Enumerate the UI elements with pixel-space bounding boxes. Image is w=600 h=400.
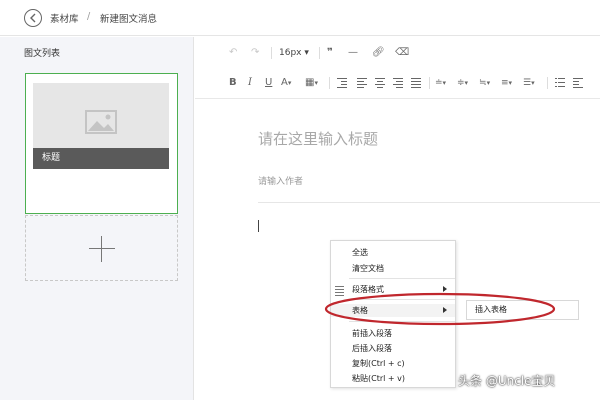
- menu-item-select-all[interactable]: 全选: [331, 246, 455, 259]
- article-card[interactable]: 标题: [25, 73, 178, 214]
- back-icon[interactable]: [24, 9, 42, 27]
- top-bar: 素材库 / 新建图文消息: [0, 0, 600, 36]
- menu-item-paste[interactable]: 粘贴(Ctrl + v): [331, 372, 455, 385]
- redo-icon[interactable]: ↷: [251, 45, 259, 61]
- undo-icon[interactable]: ↶: [229, 45, 237, 61]
- author-input[interactable]: 请输入作者: [258, 174, 303, 187]
- paragraph-spacing-after-icon[interactable]: ≒▾: [479, 75, 490, 91]
- ordered-list-icon[interactable]: ☰▾: [523, 75, 535, 91]
- background-color-icon[interactable]: ▦▾: [305, 75, 318, 91]
- toolbar-row-1: ↶ ↷ 16px ▾ ❞ — 🔗︎ ⌫: [195, 41, 600, 65]
- add-article-button[interactable]: [25, 215, 178, 281]
- eraser-icon[interactable]: ⌫: [395, 45, 409, 61]
- watermark: 头条 @Uncle宝贝: [458, 374, 556, 388]
- menu-item-clear-document[interactable]: 清空文档: [331, 262, 455, 275]
- breadcrumb-separator: /: [87, 11, 91, 22]
- letter-spacing-icon[interactable]: ≡▾: [501, 75, 512, 91]
- card-title: 标题: [33, 148, 169, 169]
- link-icon[interactable]: 🔗︎: [372, 45, 385, 61]
- menu-item-insert-paragraph-after[interactable]: 后插入段落: [331, 342, 455, 355]
- breadcrumb-current: 新建图文消息: [100, 14, 158, 25]
- font-size-select[interactable]: 16px ▾: [279, 45, 309, 61]
- indent-icon[interactable]: [337, 78, 347, 89]
- underline-button[interactable]: U: [265, 75, 272, 91]
- line-height-icon[interactable]: ≐▾: [435, 75, 446, 91]
- align-justify-icon[interactable]: [411, 78, 421, 89]
- title-input[interactable]: 请在这里输入标题: [258, 128, 378, 149]
- align-left-icon[interactable]: [357, 78, 367, 89]
- outdent-icon[interactable]: [573, 78, 583, 89]
- align-center-icon[interactable]: [375, 78, 385, 89]
- editor-toolbar: ↶ ↷ 16px ▾ ❞ — 🔗︎ ⌫ B I U A▾ ▦▾ ≐▾ ≑▾ ≒▾…: [195, 37, 600, 99]
- italic-button[interactable]: I: [248, 75, 252, 91]
- text-caret: [258, 220, 259, 232]
- align-right-icon[interactable]: [393, 78, 403, 89]
- paragraph-spacing-before-icon[interactable]: ≑▾: [457, 75, 468, 91]
- breadcrumb-library[interactable]: 素材库: [50, 11, 79, 25]
- menu-item-insert-paragraph-before[interactable]: 前插入段落: [331, 327, 455, 340]
- horizontal-rule-icon[interactable]: —: [348, 45, 358, 61]
- title-divider: [258, 202, 600, 203]
- font-color-button[interactable]: A▾: [281, 75, 291, 91]
- quote-icon[interactable]: ❞: [327, 45, 333, 61]
- image-placeholder-icon: [85, 110, 117, 134]
- article-list-sidebar: 图文列表 标题: [0, 37, 194, 400]
- toolbar-row-2: B I U A▾ ▦▾ ≐▾ ≑▾ ≒▾ ≡▾ ☰▾: [195, 71, 600, 95]
- highlight-ellipse: [324, 292, 556, 326]
- sidebar-title: 图文列表: [24, 49, 61, 59]
- menu-item-copy[interactable]: 复制(Ctrl + c): [331, 357, 455, 370]
- unordered-list-icon[interactable]: [555, 78, 565, 88]
- bold-button[interactable]: B: [229, 75, 237, 91]
